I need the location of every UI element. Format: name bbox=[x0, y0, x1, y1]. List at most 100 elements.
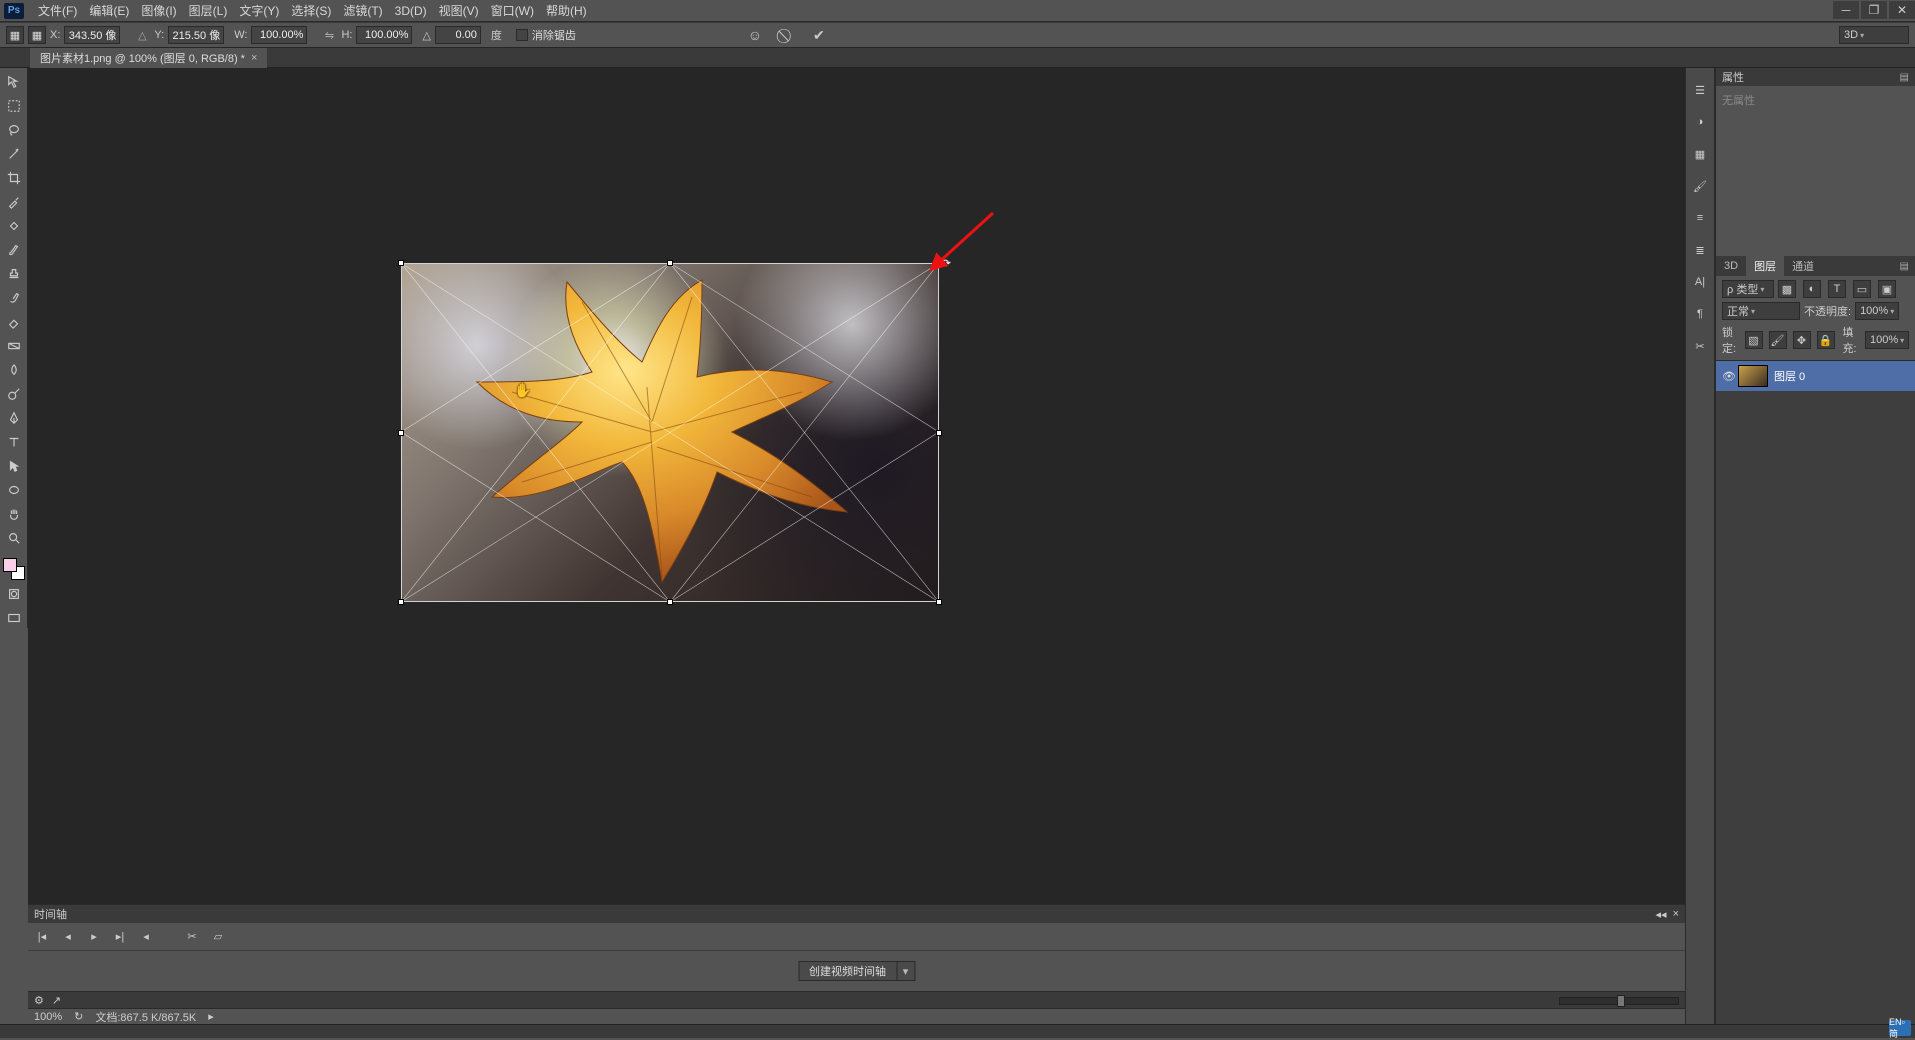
window-maximize[interactable]: ❐ bbox=[1861, 1, 1887, 19]
timeline-collapse-icon[interactable]: ◂◂ bbox=[1656, 908, 1667, 921]
pen-tool-icon[interactable] bbox=[3, 408, 25, 428]
zoom-level[interactable]: 100% bbox=[34, 1011, 62, 1023]
link-wh-icon[interactable]: ⇋ bbox=[321, 27, 337, 43]
quickmask-tool-icon[interactable] bbox=[3, 584, 25, 604]
filter-adjust-icon[interactable]: ◐ bbox=[1803, 280, 1821, 298]
canvas-area[interactable]: ⟳ ✋ bbox=[28, 68, 1685, 904]
blur-tool-icon[interactable] bbox=[3, 360, 25, 380]
filter-type-icon[interactable]: T bbox=[1828, 280, 1846, 298]
opacity-field[interactable]: 100%▾ bbox=[1855, 302, 1899, 320]
window-close[interactable]: ✕ bbox=[1889, 1, 1915, 19]
timeline-first-frame-icon[interactable]: |◂ bbox=[34, 929, 50, 945]
delta-icon[interactable]: △ bbox=[134, 27, 150, 43]
eyedropper-tool-icon[interactable] bbox=[3, 192, 25, 212]
hand-tool-icon[interactable] bbox=[3, 504, 25, 524]
timeline-close-icon[interactable]: × bbox=[1673, 908, 1679, 920]
tab-layers[interactable]: 图层 bbox=[1746, 256, 1784, 276]
timeline-zoom-thumb[interactable] bbox=[1617, 995, 1625, 1007]
brush-tool-icon[interactable] bbox=[3, 240, 25, 260]
menu-edit[interactable]: 编辑(E) bbox=[83, 2, 135, 19]
menu-layer[interactable]: 图层(L) bbox=[183, 2, 234, 19]
timeline-play-icon[interactable]: ▸ bbox=[86, 929, 102, 945]
shape-tool-icon[interactable] bbox=[3, 480, 25, 500]
timeline-prev-frame-icon[interactable]: ◂ bbox=[60, 929, 76, 945]
h-value[interactable]: 100.00% bbox=[356, 26, 412, 44]
dodge-tool-icon[interactable] bbox=[3, 384, 25, 404]
menu-type[interactable]: 文字(Y) bbox=[233, 2, 285, 19]
transform-handle-bottom-right[interactable] bbox=[936, 599, 942, 605]
timeline-next-frame-icon[interactable]: ▸| bbox=[112, 929, 128, 945]
layers-filter-kind[interactable]: ρ 类型▾ bbox=[1722, 280, 1774, 298]
transform-y-field[interactable]: Y: 215.50 像 bbox=[154, 26, 224, 44]
cancel-transform-icon[interactable]: ⃠ bbox=[778, 26, 796, 44]
workspace-dropdown[interactable]: 3D ▾ bbox=[1839, 26, 1909, 44]
reference-grid-icon[interactable]: ▦ bbox=[28, 26, 46, 44]
angle-value[interactable]: 0.00 bbox=[435, 26, 481, 44]
transform-handle-top-center[interactable] bbox=[667, 260, 673, 266]
menu-help[interactable]: 帮助(H) bbox=[540, 2, 593, 19]
lock-all-icon[interactable]: 🔒 bbox=[1817, 331, 1835, 349]
foreground-color-swatch[interactable] bbox=[3, 558, 17, 572]
properties-panel-header[interactable]: 属性 ▤ bbox=[1716, 68, 1915, 86]
status-rotate-icon[interactable]: ↻ bbox=[74, 1010, 83, 1023]
paragraph-panel-icon[interactable]: ≣ bbox=[1690, 240, 1710, 260]
layer-name[interactable]: 图层 0 bbox=[1774, 368, 1805, 384]
lasso-tool-icon[interactable] bbox=[3, 120, 25, 140]
status-play-icon[interactable]: ▸ bbox=[208, 1010, 214, 1023]
lock-transparent-icon[interactable]: ▧ bbox=[1745, 331, 1763, 349]
history-panel-icon[interactable]: ☰ bbox=[1690, 80, 1710, 100]
color-panel-icon[interactable]: ◑ bbox=[1690, 112, 1710, 132]
menu-filter[interactable]: 滤镜(T) bbox=[337, 2, 388, 19]
paragraph-icon[interactable]: ¶ bbox=[1690, 304, 1710, 324]
brush-settings-icon[interactable]: ≡ bbox=[1690, 208, 1710, 228]
menu-3d[interactable]: 3D(D) bbox=[389, 4, 433, 18]
filter-shape-icon[interactable]: ▭ bbox=[1853, 280, 1871, 298]
zoom-tool-icon[interactable] bbox=[3, 528, 25, 548]
character-panel-icon[interactable]: A| bbox=[1690, 272, 1710, 292]
document-tab[interactable]: 图片素材1.png @ 100% (图层 0, RGB/8) * × bbox=[30, 48, 267, 68]
tab-channels[interactable]: 通道 bbox=[1784, 256, 1822, 276]
layers-menu-icon[interactable]: ▤ bbox=[1900, 261, 1915, 272]
transform-handle-bottom-left[interactable] bbox=[398, 599, 404, 605]
y-value[interactable]: 215.50 像 bbox=[168, 26, 224, 44]
screenmode-tool-icon[interactable] bbox=[3, 608, 25, 628]
stamp-tool-icon[interactable] bbox=[3, 264, 25, 284]
move-tool-icon[interactable] bbox=[3, 72, 25, 92]
wand-tool-icon[interactable] bbox=[3, 144, 25, 164]
menu-window[interactable]: 窗口(W) bbox=[485, 2, 540, 19]
type-tool-icon[interactable] bbox=[3, 432, 25, 452]
transform-handle-middle-right[interactable] bbox=[936, 430, 942, 436]
swatches-panel-icon[interactable]: ▦ bbox=[1690, 144, 1710, 164]
horizontal-scrollbar[interactable] bbox=[0, 1024, 1915, 1038]
menu-select[interactable]: 选择(S) bbox=[285, 2, 337, 19]
transform-angle-field[interactable]: △ 0.00 bbox=[422, 26, 480, 44]
transform-ref-point-icon[interactable]: ▦ bbox=[6, 26, 24, 44]
transform-w-field[interactable]: W: 100.00% bbox=[234, 26, 307, 44]
warp-mode-icon[interactable]: ☺ bbox=[746, 26, 764, 44]
transform-x-field[interactable]: X: 343.50 像 bbox=[50, 26, 120, 44]
brush-panel-icon[interactable]: 🖌 bbox=[1690, 176, 1710, 196]
timeline-transition-icon[interactable]: ▱ bbox=[210, 929, 226, 945]
window-minimize[interactable]: － bbox=[1833, 1, 1859, 19]
layer-row[interactable]: 👁 图层 0 bbox=[1716, 361, 1915, 391]
checkbox-icon[interactable] bbox=[516, 29, 528, 41]
create-timeline-dropdown[interactable]: ▾ bbox=[897, 961, 915, 981]
path-select-tool-icon[interactable] bbox=[3, 456, 25, 476]
filter-smart-icon[interactable]: ▣ bbox=[1878, 280, 1896, 298]
color-swatches[interactable] bbox=[3, 558, 25, 580]
layer-thumbnail[interactable] bbox=[1738, 365, 1768, 387]
tab-3d[interactable]: 3D bbox=[1716, 256, 1746, 276]
properties-menu-icon[interactable]: ▤ bbox=[1900, 72, 1909, 83]
filter-pixel-icon[interactable]: ▩ bbox=[1778, 280, 1796, 298]
menu-file[interactable]: 文件(F) bbox=[32, 2, 83, 19]
layers-list[interactable]: 👁 图层 0 bbox=[1716, 360, 1915, 1038]
timeline-options-icon[interactable]: ⚙ bbox=[34, 994, 44, 1007]
close-tab-icon[interactable]: × bbox=[251, 52, 257, 64]
timeline-prev-key-icon[interactable]: ◂ bbox=[138, 929, 154, 945]
timeline-header[interactable]: 时间轴 ◂◂ × bbox=[28, 905, 1685, 923]
history-brush-tool-icon[interactable] bbox=[3, 288, 25, 308]
transform-handle-middle-left[interactable] bbox=[398, 430, 404, 436]
transform-handle-top-left[interactable] bbox=[398, 260, 404, 266]
fill-field[interactable]: 100%▾ bbox=[1865, 331, 1909, 349]
timeline-zoom-slider[interactable] bbox=[1559, 997, 1679, 1005]
